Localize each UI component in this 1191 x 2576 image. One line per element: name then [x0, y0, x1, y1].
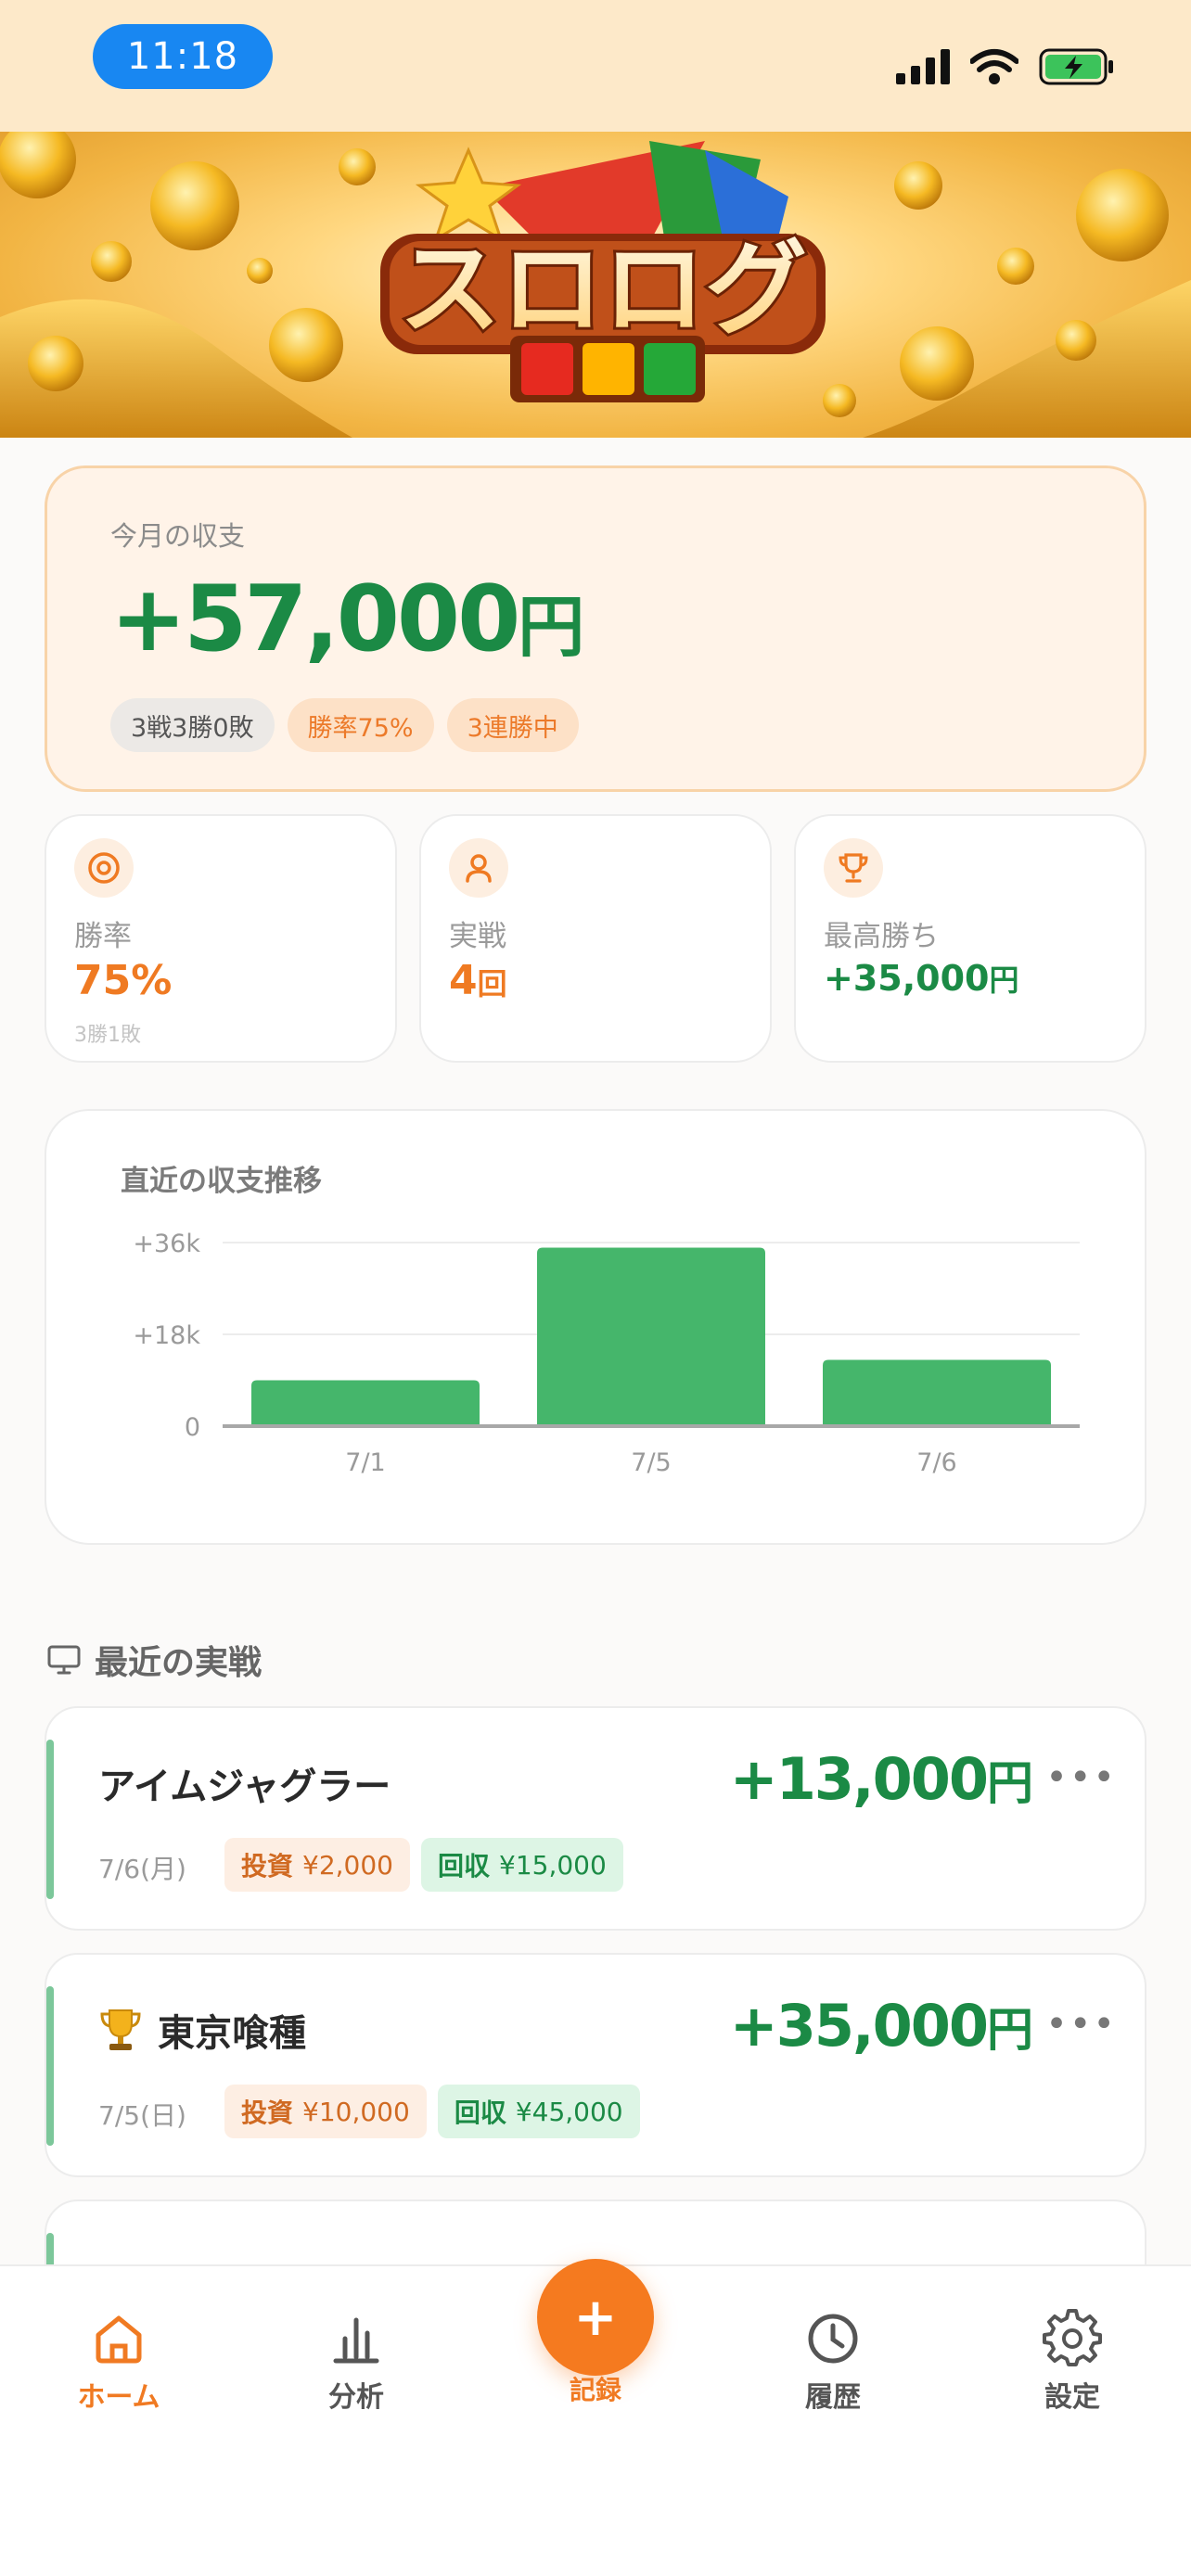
x-tick-label: 7/6	[916, 1448, 956, 1477]
recent-trend-chart-card: 直近の収支推移 0 +18k +36k 7/1 7/5 7/6	[45, 1109, 1146, 1545]
return-tag: 回収 ¥45,000	[437, 2085, 640, 2138]
battery-charging-icon	[1039, 48, 1113, 85]
record-machine-name: アイムジャグラー	[98, 1766, 391, 1808]
chart-bar-7/1	[251, 1380, 480, 1426]
banner-artwork: スロログ	[0, 132, 1191, 438]
monthly-amount: +57,000円	[110, 567, 585, 672]
record-card[interactable]: 東京喰種 +35,000円 ••• 7/5(日) 投資 ¥10,000 回収 ¥45…	[45, 1953, 1146, 2177]
status-time: 11:18	[93, 24, 273, 89]
monthly-chips: 3戦3勝0敗 勝率75% 3連勝中	[110, 698, 579, 752]
stat-sub: 3勝1敗	[74, 1024, 141, 1047]
tab-analysis[interactable]: 分析	[282, 2309, 430, 2415]
tab-label: 履歴	[805, 2381, 861, 2414]
stat-value: +35,000円	[824, 958, 1019, 999]
chart-bar-7/5	[537, 1247, 765, 1426]
section-title-text: 最近の実戦	[95, 1644, 263, 1682]
streak-chip: 3連勝中	[446, 698, 579, 752]
tab-label: 分析	[328, 2381, 384, 2414]
trophy-icon	[824, 838, 883, 898]
target-icon	[74, 838, 134, 898]
monitor-icon	[47, 1645, 81, 1675]
bar-chart-icon	[333, 2317, 379, 2364]
invest-tag: 投資 ¥2,000	[224, 1838, 410, 1892]
stat-label: 勝率	[74, 920, 132, 953]
stat-label: 実戦	[449, 920, 506, 953]
stat-card-best-win[interactable]: 最高勝ち +35,000円	[794, 814, 1146, 1063]
chart-bar-7/6	[823, 1359, 1051, 1426]
y-tick-label: +36k	[133, 1230, 200, 1258]
cellular-signal-icon	[896, 49, 950, 84]
record-date: 7/6(月)	[98, 1854, 186, 1884]
monthly-label: 今月の収支	[110, 520, 246, 552]
stat-value: 75%	[74, 957, 173, 1004]
app-banner: スロログ	[0, 132, 1191, 438]
tab-home[interactable]: ホーム	[45, 2309, 193, 2415]
more-options-icon[interactable]: •••	[1045, 1756, 1117, 1799]
record-accent-bar	[46, 1986, 54, 2146]
record-amount: +35,000円	[729, 1992, 1033, 2060]
clock-icon	[808, 2314, 858, 2364]
record-amount: +13,000円	[729, 1745, 1033, 1813]
tab-label: ホーム	[77, 2381, 160, 2414]
stat-card-win-rate[interactable]: 勝率 75% 3勝1敗	[45, 814, 397, 1063]
record-chip: 3戦3勝0敗	[110, 698, 275, 752]
monthly-summary-card: 今月の収支 +57,000円 3戦3勝0敗 勝率75% 3連勝中	[45, 465, 1146, 792]
record-card[interactable]: アイムジャグラー +13,000円 ••• 7/6(月) 投資 ¥2,000 回収…	[45, 1706, 1146, 1931]
record-machine-name: 東京喰種	[98, 2003, 306, 2057]
record-date: 7/5(日)	[98, 2100, 186, 2131]
home-icon	[96, 2315, 142, 2364]
status-bar: 11:18	[0, 0, 1191, 132]
add-record-button[interactable]: +	[537, 2259, 654, 2376]
user-icon	[449, 838, 508, 898]
y-tick-label: 0	[185, 1413, 200, 1442]
trend-bar-chart: 0 +18k +36k 7/1 7/5 7/6	[133, 1230, 1080, 1477]
record-accent-bar	[46, 1740, 54, 1899]
record-tags: 投資 ¥10,000 回収 ¥45,000	[224, 2085, 640, 2138]
stat-label: 最高勝ち	[824, 920, 939, 953]
stat-card-sessions[interactable]: 実戦 4回	[419, 814, 772, 1063]
add-record-label: 記録	[569, 2375, 621, 2405]
y-tick-label: +18k	[133, 1321, 200, 1350]
status-icons	[896, 41, 1115, 93]
more-options-icon[interactable]: •••	[1045, 2003, 1117, 2046]
wifi-icon	[970, 49, 1018, 84]
x-tick-label: 7/5	[631, 1448, 671, 1477]
svg-text:スロログ: スロログ	[399, 230, 807, 349]
record-tags: 投資 ¥2,000 回収 ¥15,000	[224, 1838, 623, 1892]
trophy-icon	[100, 2009, 141, 2050]
return-tag: 回収 ¥15,000	[421, 1838, 623, 1892]
tab-label: 設定	[1044, 2381, 1100, 2414]
logo-emblem: スロログ	[380, 141, 826, 402]
gear-icon	[1043, 2309, 1102, 2366]
stat-value: 4回	[449, 957, 507, 1004]
x-tick-label: 7/1	[345, 1448, 385, 1477]
tab-settings[interactable]: 設定	[998, 2309, 1146, 2415]
tab-history[interactable]: 履歴	[759, 2309, 907, 2415]
win-rate-chip: 勝率75%	[287, 698, 434, 752]
recent-section-title: 最近の実戦	[46, 1636, 262, 1684]
invest-tag: 投資 ¥10,000	[224, 2085, 427, 2138]
